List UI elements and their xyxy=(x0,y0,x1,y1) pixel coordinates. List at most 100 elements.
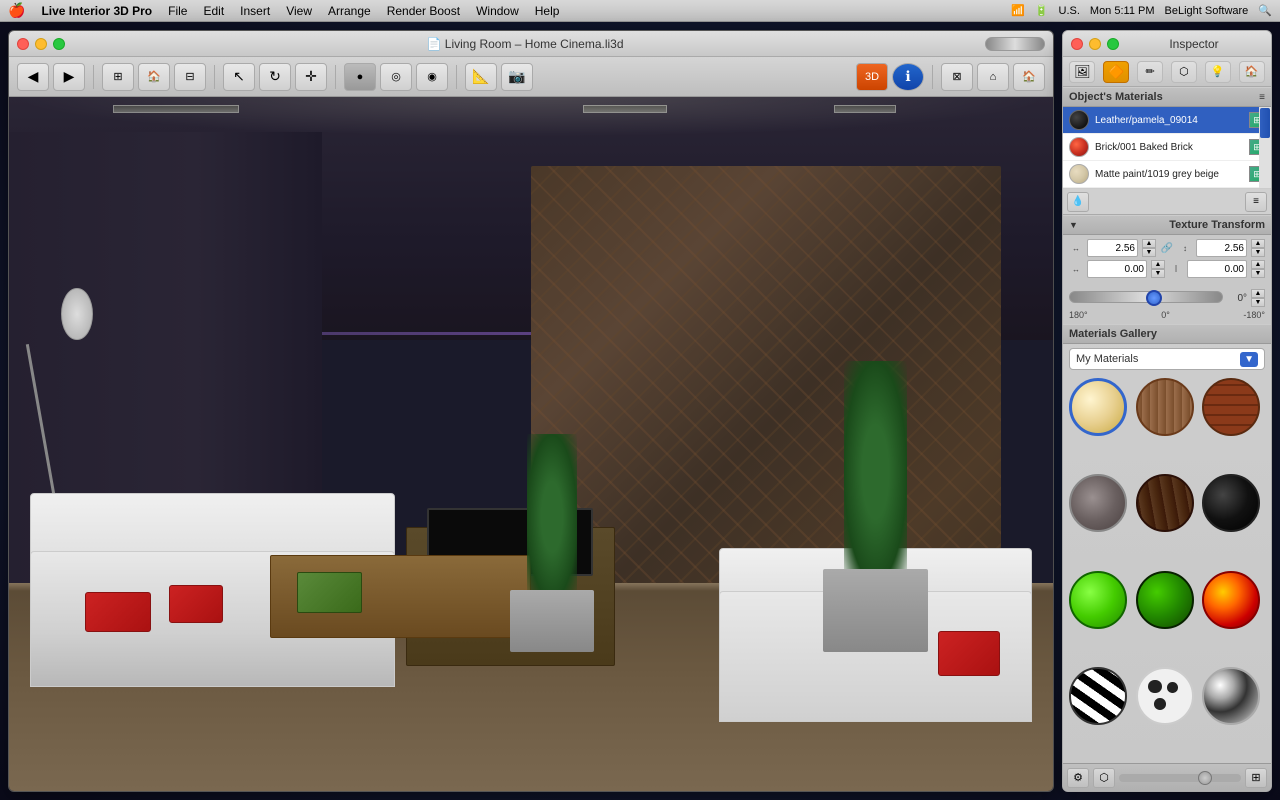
tab-material[interactable]: 🔶 xyxy=(1103,61,1129,83)
camera-tool[interactable]: 📷 xyxy=(501,63,533,91)
toolbar-separator-1 xyxy=(93,65,94,89)
offset-h-input[interactable]: 0.00 xyxy=(1087,260,1147,278)
tab-light[interactable]: 💡 xyxy=(1205,61,1231,83)
gallery-item-green-bright[interactable] xyxy=(1069,571,1127,629)
maximize-button[interactable] xyxy=(53,38,65,50)
main-content: 📄 Living Room – Home Cinema.li3d ◀ ▶ ⊞ 🏠… xyxy=(0,22,1280,800)
angle-down[interactable]: ▼ xyxy=(1251,298,1265,307)
menu-arrange[interactable]: Arrange xyxy=(328,4,371,18)
tab-render[interactable]: 🖼 xyxy=(1069,61,1095,83)
material-item-1[interactable]: Brick/001 Baked Brick ⊞ xyxy=(1063,134,1271,161)
close-button[interactable] xyxy=(17,38,29,50)
tab-edit[interactable]: ✏ xyxy=(1137,61,1163,83)
info-button[interactable]: ℹ xyxy=(892,63,924,91)
move-tool[interactable]: ✛ xyxy=(295,63,327,91)
apple-menu[interactable]: 🍎 xyxy=(8,2,25,19)
menu-insert[interactable]: Insert xyxy=(240,4,270,18)
view-button[interactable]: ⊟ xyxy=(174,63,206,91)
plant-leaves-1 xyxy=(844,361,907,583)
nav-forward-button[interactable]: ▶ xyxy=(53,63,85,91)
angle-slider-thumb[interactable] xyxy=(1146,290,1162,306)
eyedropper-button[interactable]: 💧 xyxy=(1067,192,1089,212)
zoom-tool[interactable]: ◉ xyxy=(416,63,448,91)
grid-button[interactable]: ⊞ xyxy=(1245,768,1267,788)
gallery-item-black[interactable] xyxy=(1202,474,1260,532)
scale-v-input[interactable]: 2.56 xyxy=(1196,239,1247,257)
clock: Mon 5:11 PM xyxy=(1090,5,1155,17)
bottom-slider[interactable] xyxy=(1119,774,1241,782)
select-tool[interactable]: ↖ xyxy=(223,63,255,91)
gallery-item-dark-wood[interactable] xyxy=(1136,474,1194,532)
toolbar-menu[interactable]: ≡ xyxy=(1245,192,1267,212)
menu-window[interactable]: Window xyxy=(476,4,519,18)
view-home-button[interactable]: ⌂ xyxy=(977,63,1009,91)
tab-arch[interactable]: 🏠 xyxy=(1239,61,1265,83)
gallery-item-stone[interactable] xyxy=(1069,474,1127,532)
view-2d-button[interactable]: ⊠ xyxy=(941,63,973,91)
offset-h-down[interactable]: ▼ xyxy=(1151,269,1165,278)
offset-h-stepper[interactable]: ▲ ▼ xyxy=(1151,260,1165,278)
scale-h-down[interactable]: ▼ xyxy=(1142,248,1156,257)
orbit-tool[interactable]: ● xyxy=(344,63,376,91)
material-item-0[interactable]: Leather/pamela_09014 ⊞ xyxy=(1063,107,1271,134)
inspector-tabs: 🖼 🔶 ✏ ⬡ 💡 🏠 xyxy=(1063,57,1271,87)
gallery-item-green-dark[interactable] xyxy=(1136,571,1194,629)
minimize-button[interactable] xyxy=(35,38,47,50)
expand-icon[interactable]: ▼ xyxy=(1069,220,1078,230)
menu-app-name[interactable]: Live Interior 3D Pro xyxy=(41,4,152,18)
gallery-dropdown[interactable]: My Materials ▼ xyxy=(1069,348,1265,370)
scale-h-up[interactable]: ▲ xyxy=(1142,239,1156,248)
scale-h-stepper[interactable]: ▲ ▼ xyxy=(1142,239,1156,257)
offset-v-down[interactable]: ▼ xyxy=(1251,269,1265,278)
pan-tool[interactable]: ◎ xyxy=(380,63,412,91)
3d-nav-button[interactable]: 3D xyxy=(856,63,888,91)
offset-v-up[interactable]: ▲ xyxy=(1251,260,1265,269)
angle-up[interactable]: ▲ xyxy=(1251,289,1265,298)
tab-transform[interactable]: ⬡ xyxy=(1171,61,1197,83)
menu-render-boost[interactable]: Render Boost xyxy=(387,4,460,18)
floor-plan-button[interactable]: ⊞ xyxy=(102,63,134,91)
gallery-item-zebra[interactable] xyxy=(1069,667,1127,725)
angle-slider-track[interactable] xyxy=(1069,291,1223,303)
menu-file[interactable]: File xyxy=(168,4,187,18)
section-menu-icon[interactable]: ≡ xyxy=(1259,92,1265,103)
menu-view[interactable]: View xyxy=(286,4,312,18)
rotate-tool[interactable]: ↻ xyxy=(259,63,291,91)
toolbar-separator-3 xyxy=(335,65,336,89)
measure-tool[interactable]: 📐 xyxy=(465,63,497,91)
material-item-2[interactable]: Matte paint/1019 grey beige ⊞ xyxy=(1063,161,1271,188)
gallery-item-wood1[interactable] xyxy=(1136,378,1194,436)
angle-stepper[interactable]: ▲ ▼ xyxy=(1251,289,1265,307)
offset-h-up[interactable]: ▲ xyxy=(1151,260,1165,269)
materials-list[interactable]: Leather/pamela_09014 ⊞ Brick/001 Baked B… xyxy=(1063,107,1271,189)
gallery-item-fire[interactable] xyxy=(1202,571,1260,629)
export-button[interactable]: ⬡ xyxy=(1093,768,1115,788)
scale-h-input[interactable]: 2.56 xyxy=(1087,239,1138,257)
scale-v-stepper[interactable]: ▲ ▼ xyxy=(1251,239,1265,257)
bottom-slider-thumb[interactable] xyxy=(1198,771,1212,785)
lamp-shade xyxy=(61,288,92,340)
view-fit-button[interactable]: 🏠 xyxy=(1013,63,1045,91)
gallery-item-spot[interactable] xyxy=(1136,667,1194,725)
gallery-item-chrome[interactable] xyxy=(1202,667,1260,725)
scale-v-up[interactable]: ▲ xyxy=(1251,239,1265,248)
offset-h-row: ↔ 0.00 ▲ ▼ I 0.00 ▲ ▼ xyxy=(1069,260,1265,278)
menu-edit[interactable]: Edit xyxy=(203,4,224,18)
gallery-item-brick[interactable] xyxy=(1202,378,1260,436)
search-icon[interactable]: 🔍 xyxy=(1258,4,1272,17)
menu-help[interactable]: Help xyxy=(535,4,560,18)
offset-v-stepper[interactable]: ▲ ▼ xyxy=(1251,260,1265,278)
materials-scrollbar[interactable] xyxy=(1259,107,1271,188)
inspector-min-button[interactable] xyxy=(1089,38,1101,50)
inspector-max-button[interactable] xyxy=(1107,38,1119,50)
settings-button[interactable]: ⚙ xyxy=(1067,768,1089,788)
window-scrollbar[interactable] xyxy=(985,37,1045,51)
offset-link-icon: I xyxy=(1169,264,1183,275)
inspector-close-button[interactable] xyxy=(1071,38,1083,50)
walls-button[interactable]: 🏠 xyxy=(138,63,170,91)
viewport[interactable] xyxy=(9,97,1053,791)
offset-v-input[interactable]: 0.00 xyxy=(1187,260,1247,278)
gallery-item-cream[interactable] xyxy=(1069,378,1127,436)
nav-back-button[interactable]: ◀ xyxy=(17,63,49,91)
scale-v-down[interactable]: ▼ xyxy=(1251,248,1265,257)
